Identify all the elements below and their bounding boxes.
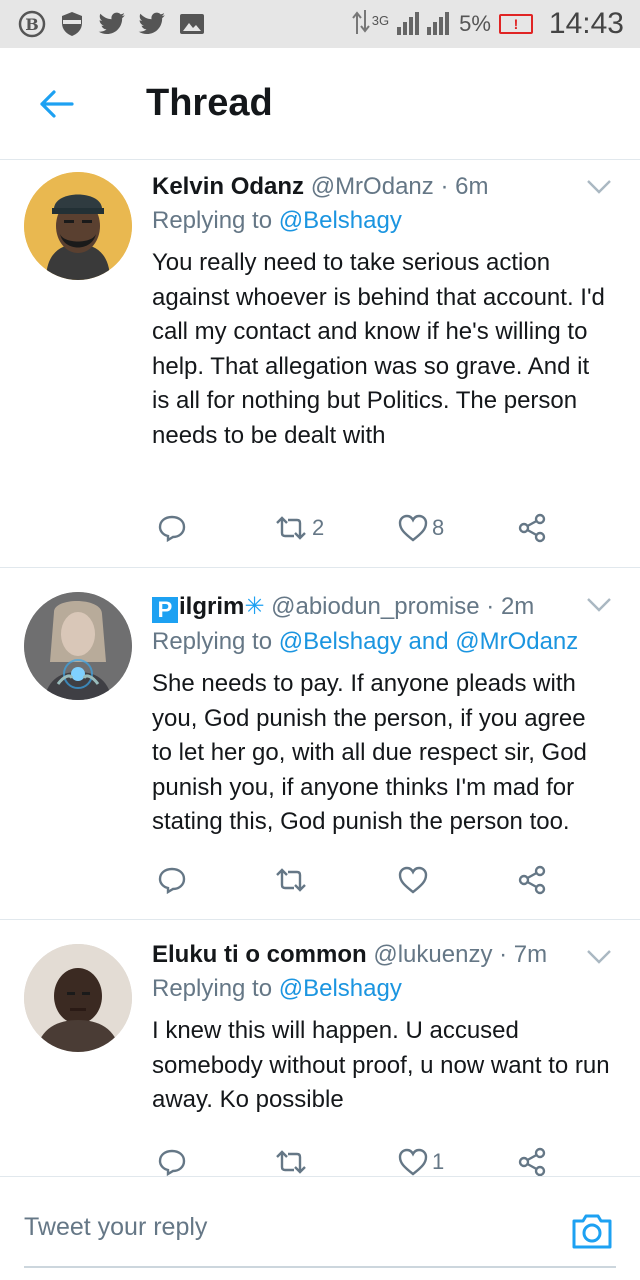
sparkle-icon: ✳ [244, 593, 265, 620]
like-count: 1 [432, 1149, 445, 1174]
replying-to: Replying to @Belshagy [152, 970, 610, 1008]
retweet-count: 2 [312, 515, 325, 540]
tweet-text: I knew this will happen. U accused someb… [152, 1017, 610, 1113]
share-icon [518, 865, 546, 895]
tweet-text: You really need to take serious action a… [152, 249, 605, 449]
tweet-meta: Eluku ti o common @lukuenzy · 7m [152, 940, 610, 970]
clock: 14:43 [548, 7, 624, 40]
share-icon [518, 1147, 546, 1177]
tweet-text: She needs to pay. If anyone pleads with … [152, 670, 587, 835]
display-name-text: ilgrim [179, 593, 245, 620]
like-icon [398, 514, 428, 542]
like-button[interactable]: 8 [398, 508, 444, 548]
page-title: Thread [146, 82, 273, 124]
handle[interactable]: @MrOdanz [311, 173, 434, 200]
input-underline [24, 1266, 616, 1268]
mention-link[interactable]: @Belshagy [279, 975, 402, 1002]
reply-input[interactable]: Tweet your reply [24, 1213, 207, 1242]
tweet-actions: 2 8 [152, 508, 572, 548]
like-icon [398, 866, 428, 894]
retweet-button[interactable]: 2 [274, 508, 324, 548]
reply-button[interactable] [158, 508, 186, 548]
timestamp: · 2m [486, 593, 535, 620]
b-circle-icon: B [18, 10, 46, 38]
retweet-icon [276, 1150, 306, 1174]
retweet-icon [276, 868, 306, 892]
image-icon [178, 10, 206, 38]
battery-icon: ! [498, 14, 533, 34]
chevron-down-icon[interactable] [586, 948, 612, 966]
camera-icon [572, 1214, 612, 1249]
mention-link[interactable]: @Belshagy and @MrOdanz [279, 628, 579, 655]
share-button[interactable] [516, 860, 548, 900]
display-name[interactable]: Pilgrim✳ [152, 593, 265, 623]
display-name[interactable]: Eluku ti o common [152, 941, 367, 968]
back-arrow-icon [40, 90, 74, 118]
back-button[interactable] [36, 84, 76, 124]
timestamp: · 6m [440, 173, 489, 200]
timestamp: · 7m [499, 941, 548, 968]
reply-icon [158, 867, 186, 894]
battery-percent: 5% [459, 11, 491, 36]
chevron-down-icon[interactable] [586, 596, 612, 614]
replying-prefix: Replying to [152, 975, 273, 1002]
twitter-bird-icon [98, 10, 126, 38]
handle[interactable]: @lukuenzy [373, 941, 492, 968]
reply-icon [158, 1149, 186, 1176]
shield-icon [58, 10, 86, 38]
retweet-button[interactable] [274, 860, 312, 900]
name-badge: P [152, 597, 178, 623]
like-icon [398, 1148, 428, 1176]
camera-button[interactable] [570, 1211, 614, 1251]
mention-link[interactable]: @Belshagy [279, 207, 402, 234]
chevron-down-icon[interactable] [586, 178, 612, 196]
tweet[interactable]: Kelvin Odanz @MrOdanz · 6m Replying to @… [0, 160, 640, 568]
avatar[interactable] [24, 592, 132, 700]
network-type: 3G [371, 13, 390, 28]
reply-composer: Tweet your reply [0, 1176, 640, 1280]
reply-icon [158, 515, 186, 542]
replying-to: Replying to @Belshagy [152, 202, 610, 240]
tweet[interactable]: Pilgrim✳ @abiodun_promise · 2m Replying … [0, 568, 640, 920]
replying-to: Replying to @Belshagy and @MrOdanz [152, 623, 610, 661]
tweet-meta: Kelvin Odanz @MrOdanz · 6m [152, 172, 610, 202]
retweet-icon [276, 516, 306, 540]
signal-icon [397, 9, 451, 40]
handle[interactable]: @abiodun_promise [271, 593, 480, 620]
tweet-meta: Pilgrim✳ @abiodun_promise · 2m [152, 592, 610, 623]
twitter-bird-icon [138, 10, 166, 38]
svg-text:B: B [25, 15, 39, 34]
tweet[interactable]: Eluku ti o common @lukuenzy · 7m Replyin… [0, 920, 640, 1177]
replying-prefix: Replying to [152, 628, 273, 655]
data-arrows-icon [352, 8, 370, 41]
tweet-actions [152, 860, 572, 900]
share-icon [518, 513, 546, 543]
display-name[interactable]: Kelvin Odanz [152, 173, 304, 200]
status-bar: B 3G 5% ! 14:43 [0, 0, 640, 48]
like-button[interactable] [398, 860, 432, 900]
reply-button[interactable] [158, 860, 186, 900]
avatar[interactable] [24, 944, 132, 1052]
like-count: 8 [432, 515, 445, 540]
avatar[interactable] [24, 172, 132, 280]
share-button[interactable] [516, 508, 548, 548]
replying-prefix: Replying to [152, 207, 273, 234]
thread-header: Thread [0, 48, 640, 160]
